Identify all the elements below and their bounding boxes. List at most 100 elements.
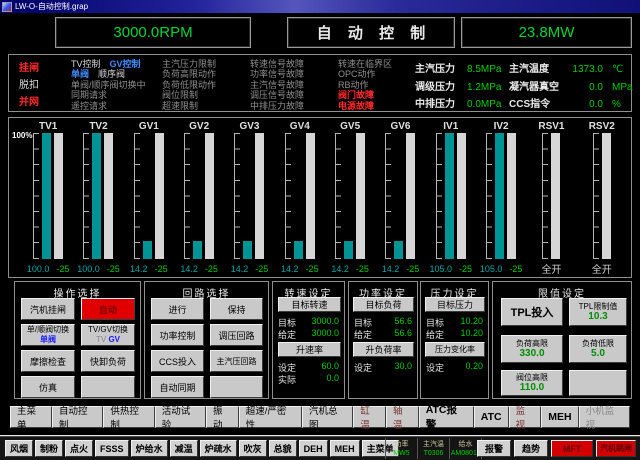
valve-bar-group-gv1: GV1 14.2-25	[124, 121, 174, 277]
deh-auto-control-screen: LW-O-自动控制.grap 3000.0RPM 自 动 控 制 23.8MW …	[0, 0, 640, 460]
temperature-readouts-column: 主汽温度1373.0℃ 凝汽器真空0.0MPa CCS指令0.0%	[509, 61, 633, 114]
power-value: 23.8MW	[519, 24, 575, 41]
taskbar-sootblow-button[interactable]: 吹灰	[239, 440, 267, 457]
nav-turbine-overview-button[interactable]: 汽机总图	[302, 406, 353, 428]
load-rate-set-row: 设定30.0	[354, 361, 412, 374]
load-low-limit-button[interactable]: 负荷低限 5.0	[569, 335, 627, 363]
empty-button[interactable]	[210, 376, 263, 398]
status-gv-control: GV控制	[110, 59, 141, 69]
taskbar-fsss-button[interactable]: FSSS	[95, 440, 129, 457]
ccs-engage-button[interactable]: CCS投入	[151, 350, 204, 372]
screen-nav-row: 主菜单 自动控制 供热控制 活动试验 振动 超速/严密性 汽机总图 缸温 轴温 …	[10, 405, 630, 428]
taskbar-meh-button[interactable]: MEH	[330, 440, 360, 457]
valve-bars-panel: 100% TV1 100.0-25 TV2 100.0-25 GV1 14.2-…	[8, 117, 632, 278]
auto-mode-button[interactable]: 自动	[81, 298, 135, 320]
valve-bar-group-tv2: TV2 100.0-25	[73, 121, 123, 277]
taskbar-pulverizing-button[interactable]: 制粉	[35, 440, 63, 457]
valve-feedback-bar	[602, 133, 611, 259]
load-high-limit-button[interactable]: 负荷高限 330.0	[501, 335, 563, 363]
alarm-status-column: 转速在临界区 OPC动作 RB动作 阀门故障 电源故障	[338, 59, 392, 111]
nav-cylinder-temp-button[interactable]: 缸温	[353, 406, 386, 428]
taskbar-deh-button[interactable]: DEH	[299, 440, 328, 457]
taskbar-power-readout: 功率MW5	[385, 438, 417, 459]
bar-scale	[184, 133, 190, 259]
nav-atc-button[interactable]: ATC	[474, 406, 509, 428]
speed-value: 3000.0RPM	[113, 24, 192, 41]
valve-demand-bar	[495, 133, 504, 259]
valve-feedback-bar	[507, 133, 516, 259]
nav-heating-control-button[interactable]: 供热控制	[103, 406, 154, 428]
status-tv-control: TV控制	[71, 59, 101, 69]
nav-atc-alarm-button[interactable]: ATC报警	[419, 406, 474, 428]
simulation-button[interactable]: 仿真	[21, 376, 75, 398]
turbine-latch-button[interactable]: 汽机挂闸	[21, 298, 75, 320]
status-pressure-signal-fault: 调压信号故障	[250, 90, 304, 100]
valve-feedback-bar	[104, 133, 113, 259]
valve-feedback-bar	[457, 133, 466, 259]
friction-check-button[interactable]: 摩擦检查	[21, 350, 75, 372]
hold-button[interactable]: 保持	[210, 298, 263, 320]
nav-activity-test-button[interactable]: 活动试验	[155, 406, 206, 428]
valve-bar-group-gv6: GV6 14.2-25	[375, 121, 425, 277]
single-seq-valve-switch-button[interactable]: 单/顺阀切换 单阀	[21, 324, 75, 346]
stage-pressure: 调级压力1.2MPa	[415, 79, 501, 97]
tpl-limit-value-button[interactable]: TPL限制值 10.3	[569, 298, 627, 326]
nav-overspeed-tightness-button[interactable]: 超速/严密性	[239, 406, 302, 428]
taskbar-ignition-button[interactable]: 点火	[65, 440, 93, 457]
tpl-engage-button[interactable]: TPL投入	[501, 298, 563, 326]
mft-indicator-button[interactable]: MFT	[551, 440, 593, 457]
status-sequential-valve: 顺序阀	[98, 69, 125, 79]
taskbar-overview-button[interactable]: 总貌	[269, 440, 297, 457]
status-valve-switching: 单阀/顺序阀切换中	[71, 80, 146, 90]
nav-shaft-temp-button[interactable]: 轴温	[386, 406, 419, 428]
bar-scale	[234, 133, 240, 259]
tv-gv-switch-button[interactable]: TV/GV切换 TV GV	[81, 324, 135, 346]
signal-fault-column: 转速信号故障 功率信号故障 主汽信号故障 调压信号故障 中排压力故障	[250, 59, 304, 111]
target-load-button[interactable]: 目标负荷	[353, 297, 414, 312]
speed-rate-actual-row: 实际0.0	[278, 373, 339, 386]
speed-rate-button[interactable]: 升速率	[278, 342, 341, 357]
go-button[interactable]: 进行	[151, 298, 204, 320]
speed-readout: 3000.0RPM	[55, 17, 251, 48]
bar-scale	[593, 133, 599, 259]
bar-scale	[385, 133, 391, 259]
fast-unload-button[interactable]: 快卸负荷	[81, 350, 135, 372]
alarm-button[interactable]: 报警	[477, 440, 511, 457]
pressure-loop-button[interactable]: 调压回路	[210, 324, 263, 346]
target-pressure-button[interactable]: 目标压力	[425, 297, 485, 312]
turbine-trip-indicator-button[interactable]: 汽机跳闸	[596, 440, 636, 457]
valve-demand-bar	[394, 133, 403, 259]
power-readout: 23.8MW	[461, 17, 632, 48]
valve-feedback-bar	[406, 133, 415, 259]
control-mode-text: 自 动 控 制	[311, 22, 432, 43]
empty-button[interactable]	[81, 376, 135, 398]
window-titlebar[interactable]: LW-O-自动控制.grap	[0, 0, 640, 13]
pressure-given-row: 给定10.20	[426, 328, 483, 341]
trend-button[interactable]: 趋势	[514, 440, 548, 457]
nav-vibration-button[interactable]: 振动	[206, 406, 239, 428]
nav-auto-control-button[interactable]: 自动控制	[52, 406, 103, 428]
main-pressure-loop-button[interactable]: 主汽压回路	[210, 350, 263, 372]
nav-aux-turbine-monitor-button[interactable]: 小机监视	[579, 406, 630, 428]
taskbar-air-flue-button[interactable]: 风烟	[5, 440, 33, 457]
taskbar-feedwater-button[interactable]: 炉给水	[131, 440, 168, 457]
taskbar-attemperation-button[interactable]: 减温	[170, 440, 198, 457]
power-given-row: 给定56.6	[354, 328, 412, 341]
valve-demand-bar	[344, 133, 353, 259]
power-control-button[interactable]: 功率控制	[151, 324, 204, 346]
target-speed-button[interactable]: 目标转速	[278, 297, 341, 312]
valve-bar-group-rsv2: RSV2 全开	[577, 121, 627, 277]
load-rate-button[interactable]: 升负荷率	[353, 342, 414, 357]
status-load-low-limit-act: 负荷低限动作	[162, 80, 216, 90]
pressure-rate-button[interactable]: 压力变化率	[425, 342, 485, 357]
valve-high-limit-button[interactable]: 阀位高限 110.0	[501, 370, 563, 396]
nav-meh-button[interactable]: MEH	[541, 406, 578, 428]
nav-monitor-button[interactable]: 监视	[509, 406, 542, 428]
taskbar-boiler-drain-button[interactable]: 炉疏水	[200, 440, 237, 457]
nav-main-menu-button[interactable]: 主菜单	[10, 406, 52, 428]
empty-button[interactable]	[569, 370, 627, 396]
valve-demand-bar	[445, 133, 454, 259]
auto-sync-button[interactable]: 自动同期	[151, 376, 204, 398]
valve-bar-group-rsv1: RSV1 全开	[526, 121, 576, 277]
window-title: LW-O-自动控制.grap	[15, 1, 88, 12]
